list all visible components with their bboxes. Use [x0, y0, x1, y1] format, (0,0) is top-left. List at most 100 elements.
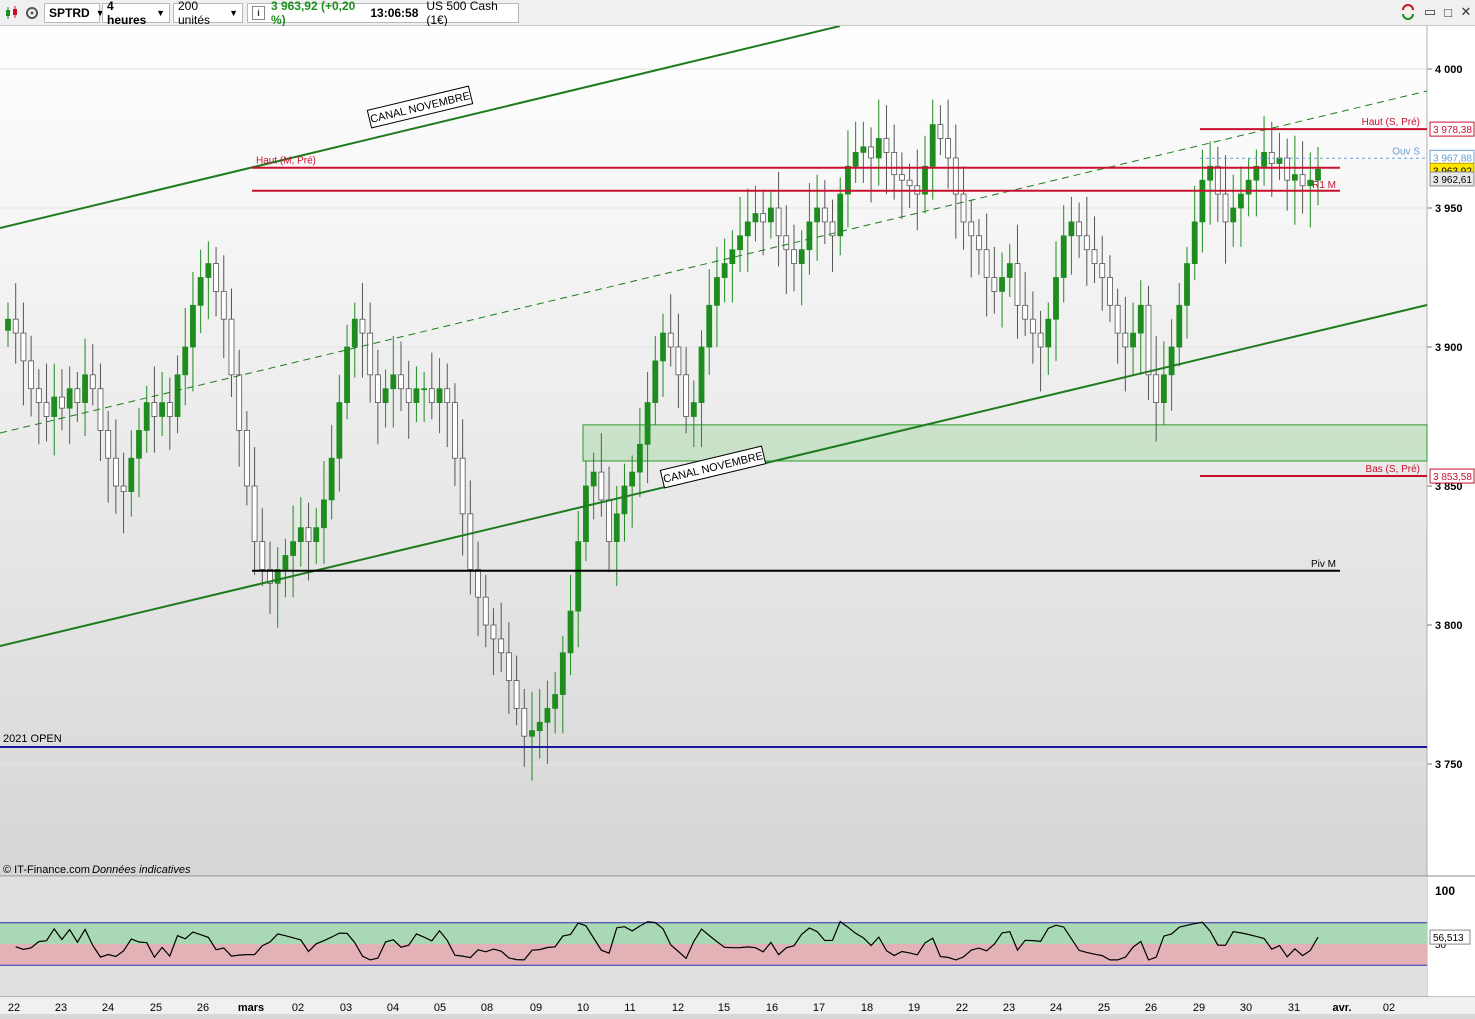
- candle-body: [197, 277, 204, 306]
- info-icon[interactable]: i: [252, 6, 265, 20]
- candle-body: [1114, 304, 1121, 334]
- candle-body: [475, 569, 481, 598]
- candle-body: [1261, 152, 1267, 167]
- candle-body: [968, 221, 975, 237]
- rsi-value-tag: 56,513: [1429, 929, 1471, 945]
- x-axis-label: 24: [1050, 1002, 1062, 1014]
- x-axis-label: 22: [956, 1002, 968, 1014]
- candle-body: [744, 221, 751, 237]
- candle-body: [1276, 157, 1283, 164]
- candle-body: [729, 249, 736, 264]
- settings-icon[interactable]: [24, 5, 40, 21]
- candle-body: [243, 429, 250, 487]
- candle-body: [544, 708, 551, 723]
- x-axis-label: 26: [1145, 1002, 1157, 1014]
- quantity-selector[interactable]: 200 unités ▼: [173, 0, 243, 27]
- candle-body: [698, 346, 705, 403]
- candle-body: [166, 402, 173, 417]
- candle-body: [390, 374, 397, 390]
- candle-body: [1037, 332, 1044, 348]
- candle-body: [1176, 304, 1183, 348]
- timeframe-selector[interactable]: 4 heures ▼: [102, 0, 170, 27]
- candle-body: [89, 374, 96, 390]
- symbol-label: SPTRD: [49, 6, 90, 20]
- candle-body: [706, 304, 713, 348]
- candle-body: [852, 152, 859, 167]
- candle-body: [683, 374, 690, 417]
- chart-type-icon[interactable]: [4, 5, 20, 21]
- candle-body: [35, 388, 42, 404]
- minimize-button[interactable]: ▭: [1422, 4, 1438, 20]
- candle-body: [505, 652, 512, 681]
- candle-body: [1091, 249, 1098, 264]
- candle-body: [629, 471, 636, 487]
- x-axis-label: avr.: [1333, 1002, 1352, 1014]
- candle-body: [1230, 207, 1237, 223]
- scrollbar[interactable]: [0, 1014, 1475, 1019]
- candle-body: [74, 388, 81, 404]
- candle-body: [59, 396, 65, 409]
- candle-body: [837, 193, 844, 237]
- quote-info: i 3 963,92 (+0,20 %) 13:06:58 US 500 Cas…: [247, 0, 519, 27]
- ouv-s-label: Ouv S: [1392, 146, 1420, 157]
- close-button[interactable]: ✕: [1458, 4, 1474, 20]
- candle-body: [482, 596, 489, 626]
- candle-body: [1145, 304, 1152, 376]
- candle-body: [590, 471, 597, 487]
- candle-body: [937, 124, 944, 139]
- candle-body: [791, 249, 797, 264]
- candle-body: [120, 485, 127, 492]
- candle-body: [583, 485, 589, 542]
- maximize-button[interactable]: □: [1440, 4, 1456, 20]
- candle-body: [752, 213, 759, 223]
- candle-body: [806, 221, 813, 251]
- candle-body: [444, 388, 451, 404]
- candle-body: [367, 332, 374, 376]
- x-axis-label: 05: [434, 1002, 446, 1014]
- r1-m-label: R1 M: [1312, 180, 1336, 191]
- candle-body: [1076, 221, 1083, 237]
- candle-body: [1045, 318, 1052, 348]
- candle-body: [321, 499, 327, 529]
- candle-body: [606, 499, 612, 542]
- candle-body: [999, 277, 1005, 292]
- candle-body: [983, 249, 990, 278]
- candle-body: [775, 207, 782, 237]
- candle-body: [891, 152, 898, 176]
- symbol-selector[interactable]: SPTRD ▼: [44, 3, 105, 23]
- x-axis-label: 22: [8, 1002, 20, 1014]
- candle-body: [1160, 374, 1167, 403]
- candle-body: [328, 457, 335, 501]
- last-price: 3 963,92 (+0,20 %): [270, 0, 356, 27]
- candle-body: [336, 402, 343, 459]
- sync-icon[interactable]: [1400, 4, 1416, 20]
- candle-body: [428, 388, 435, 404]
- candle-body: [760, 213, 767, 223]
- candle-body: [1315, 168, 1321, 181]
- candle-body: [174, 374, 181, 417]
- price-chart[interactable]: CANAL NOVEMBRE CANAL NOVEMBRE Haut (M, P…: [0, 26, 1475, 1014]
- candle-body: [1006, 263, 1013, 278]
- piv-m-label: Piv M: [1311, 559, 1336, 570]
- candle-body: [636, 443, 643, 473]
- candle-body: [644, 402, 651, 445]
- candle-body: [1122, 332, 1129, 348]
- candle-body: [1191, 221, 1198, 264]
- haut-s-label: Haut (S, Pré): [1362, 117, 1420, 128]
- candle-body: [112, 457, 119, 487]
- rsi-overbought-zone: [0, 922, 1427, 944]
- candle-body: [1099, 263, 1106, 278]
- time-axis-background: [0, 997, 1475, 1014]
- candle-body: [714, 277, 720, 306]
- candle-body: [305, 527, 312, 543]
- candle-body: [598, 471, 605, 501]
- x-axis-label: 23: [55, 1002, 67, 1014]
- y-tick-label: 3 800: [1435, 620, 1463, 632]
- x-axis-label: 04: [387, 1002, 399, 1014]
- candle-body: [721, 263, 728, 278]
- candle-body: [151, 402, 158, 417]
- disclaimer-text: Données indicatives: [92, 864, 191, 876]
- candle-body: [1014, 263, 1021, 306]
- haut-m-label: Haut (M, Pré): [256, 156, 316, 167]
- gear-icon: [26, 7, 38, 19]
